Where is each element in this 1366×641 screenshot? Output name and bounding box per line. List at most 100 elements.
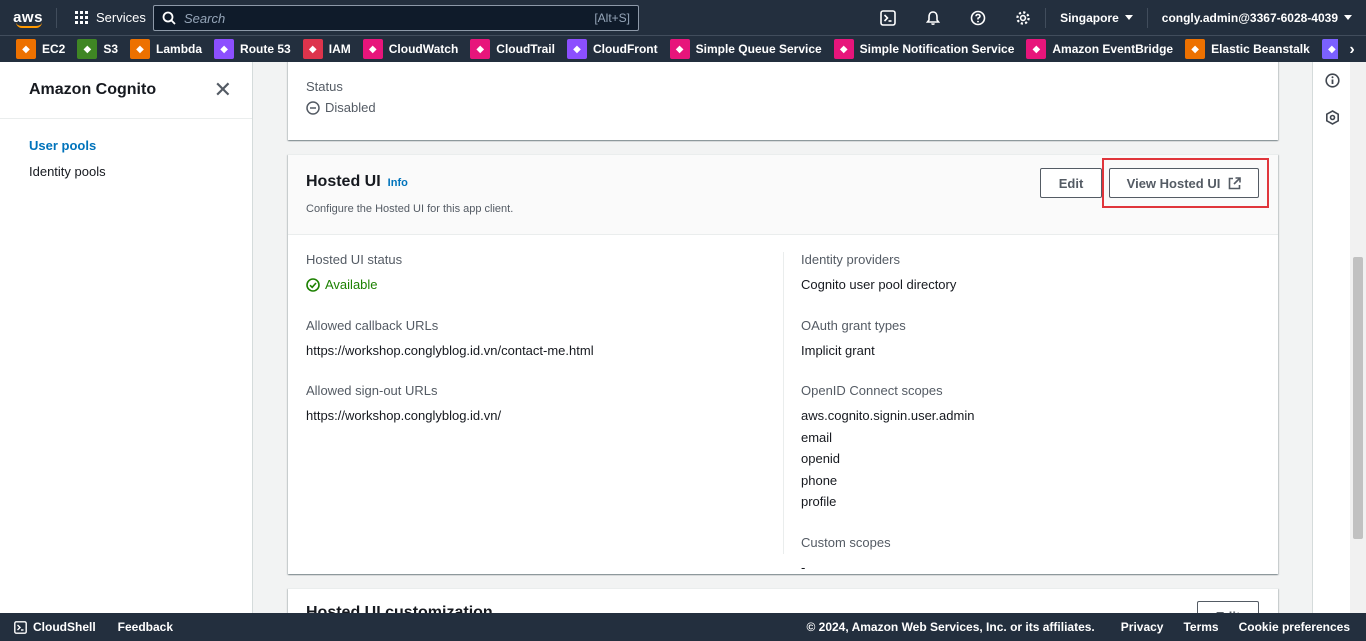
- utility-rail: [1312, 62, 1350, 613]
- signout-urls-field: Allowed sign-out URLs https://workshop.c…: [306, 383, 776, 427]
- footer-left: CloudShell Feedback: [0, 620, 173, 634]
- hosted-ui-customization-title: Hosted UI customization: [306, 604, 493, 613]
- privacy-link[interactable]: Privacy: [1121, 620, 1164, 634]
- custom-scopes-value: -: [801, 559, 806, 575]
- signout-url-value: https://workshop.conglyblog.id.vn/: [306, 408, 502, 423]
- favorite-item[interactable]: ◆ Elastic Beanstalk: [1185, 39, 1310, 59]
- search-box[interactable]: [Alt+S]: [153, 5, 639, 31]
- copyright-text: © 2024, Amazon Web Services, Inc. or its…: [806, 620, 1095, 634]
- edit-button[interactable]: Edit: [1040, 168, 1102, 198]
- favorite-item[interactable]: ◆ CloudFront: [566, 39, 658, 59]
- favorite-label: Lambda: [156, 42, 203, 56]
- page-scrollbar[interactable]: [1350, 62, 1366, 613]
- favorite-item[interactable]: ◆ EC2: [16, 39, 65, 59]
- feedback-link[interactable]: Feedback: [118, 620, 173, 634]
- caret-down-icon: [1344, 15, 1352, 20]
- cloudwatch-icon: ◆: [362, 39, 383, 59]
- caret-down-icon: [1124, 15, 1133, 20]
- side-navigation: Amazon Cognito ✕ User pools Identity poo…: [0, 62, 253, 613]
- aws-logo[interactable]: aws: [0, 0, 56, 35]
- info-circle-icon: [1324, 73, 1340, 88]
- favorite-label: Elastic Beanstalk: [1211, 42, 1310, 56]
- eventbridge-icon: ◆: [1026, 39, 1047, 59]
- external-link-icon: [1229, 176, 1242, 189]
- favorite-item[interactable]: ◆ Simple Queue Service: [669, 39, 822, 59]
- hosted-ui-status-value: Available: [325, 277, 378, 292]
- openid-scopes-field: OpenID Connect scopes aws.cognito.signin…: [801, 383, 1261, 513]
- field-label: OpenID Connect scopes: [801, 383, 943, 398]
- info-link[interactable]: Info: [388, 177, 408, 189]
- success-check-icon: [306, 277, 320, 292]
- favorite-item[interactable]: ◆ CloudWatch: [362, 39, 459, 59]
- iam-icon: ◆: [302, 39, 323, 59]
- hosted-ui-status-field: Hosted UI status Available: [306, 252, 776, 296]
- favorite-label: Route 53: [240, 42, 291, 56]
- field-label: Custom scopes: [801, 534, 891, 550]
- info-panel-button[interactable]: [1313, 62, 1351, 99]
- column-divider: [783, 252, 784, 554]
- scope-item: phone: [801, 472, 838, 488]
- view-hosted-ui-button[interactable]: View Hosted UI: [1109, 168, 1259, 198]
- cookie-preferences-link[interactable]: Cookie preferences: [1239, 620, 1350, 634]
- terminal-icon: [14, 620, 27, 634]
- favorite-item[interactable]: ◆ Lambda: [130, 39, 202, 59]
- terms-link[interactable]: Terms: [1183, 620, 1218, 634]
- favorite-label: Amazon EventBridge: [1052, 42, 1174, 56]
- account-menu[interactable]: congly.admin@3367-6028-4039: [1148, 0, 1366, 35]
- status-field: Status Disabled: [306, 79, 376, 115]
- favorite-label: CloudWatch: [388, 42, 459, 56]
- status-value-row: Disabled: [306, 100, 376, 115]
- ec2-icon: ◆: [16, 39, 36, 59]
- bell-icon: [925, 10, 940, 25]
- scope-item: aws.cognito.signin.user.admin: [801, 408, 975, 423]
- hosted-ui-title: Hosted UI: [306, 173, 381, 190]
- cloudtrail-icon: ◆: [470, 39, 491, 59]
- hosted-ui-card: Hosted UI Info Configure the Hosted UI f…: [288, 154, 1278, 575]
- oauth-grant-types-field: OAuth grant types Implicit grant: [801, 318, 1261, 362]
- scrollbar-thumb[interactable]: [1353, 257, 1363, 539]
- nav-right-group: Singapore congly.admin@3367-6028-4039: [865, 0, 1366, 35]
- search-input[interactable]: [184, 10, 595, 26]
- gear-icon: [1015, 10, 1030, 25]
- lambda-icon: ◆: [130, 39, 151, 59]
- favorite-label: Simple Notification Service: [859, 42, 1015, 56]
- favorite-item[interactable]: ◆ IAM: [302, 39, 351, 59]
- favorite-item[interactable]: ◆ CloudTrail: [470, 39, 555, 59]
- help-button[interactable]: [955, 0, 1000, 35]
- field-label: Identity providers: [801, 252, 900, 267]
- services-label: Services: [96, 10, 146, 25]
- favorite-label: CloudTrail: [496, 42, 555, 56]
- favorite-label: S3: [103, 42, 119, 56]
- help-icon: [970, 10, 985, 25]
- services-menu-button[interactable]: Services: [57, 0, 160, 35]
- favorite-item[interactable]: ◆ S3: [77, 39, 118, 59]
- sidebar-item-user-pools[interactable]: User pools: [0, 138, 252, 153]
- identity-providers-value: Cognito user pool directory: [801, 277, 957, 292]
- sqs-icon: ◆: [669, 39, 690, 59]
- favorite-item[interactable]: ◆ Simple Notification Service: [833, 39, 1015, 59]
- tutorials-panel-button[interactable]: [1313, 99, 1351, 136]
- sns-icon: ◆: [833, 39, 854, 59]
- field-label: OAuth grant types: [801, 317, 906, 333]
- notifications-button[interactable]: [910, 0, 955, 35]
- cloudfront-icon: ◆: [566, 39, 587, 59]
- disabled-icon: [306, 100, 320, 115]
- settings-button[interactable]: [1000, 0, 1045, 35]
- cloudshell-nav-button[interactable]: [865, 0, 910, 35]
- sidebar-item-identity-pools[interactable]: Identity pools: [0, 164, 252, 179]
- account-label: congly.admin@3367-6028-4039: [1161, 10, 1338, 25]
- status-label: Status: [306, 79, 343, 94]
- customization-edit-button[interactable]: Edit: [1197, 601, 1259, 613]
- favorite-item[interactable]: ◆ Amazon EventBridge: [1026, 39, 1173, 59]
- close-icon[interactable]: ✕: [214, 79, 232, 101]
- region-selector[interactable]: Singapore: [1046, 0, 1147, 35]
- chevron-right-icon[interactable]: ›: [1338, 36, 1366, 62]
- scope-item: openid: [801, 451, 841, 466]
- favorite-item[interactable]: ◆ Route 53: [214, 39, 291, 59]
- status-value: Disabled: [325, 100, 376, 115]
- cloudshell-button[interactable]: CloudShell: [14, 620, 96, 634]
- cloudshell-label: CloudShell: [33, 620, 96, 634]
- sidebar-title: Amazon Cognito: [29, 81, 157, 98]
- favorite-label: CloudFront: [592, 42, 658, 56]
- favorite-label: Simple Queue Service: [695, 42, 822, 56]
